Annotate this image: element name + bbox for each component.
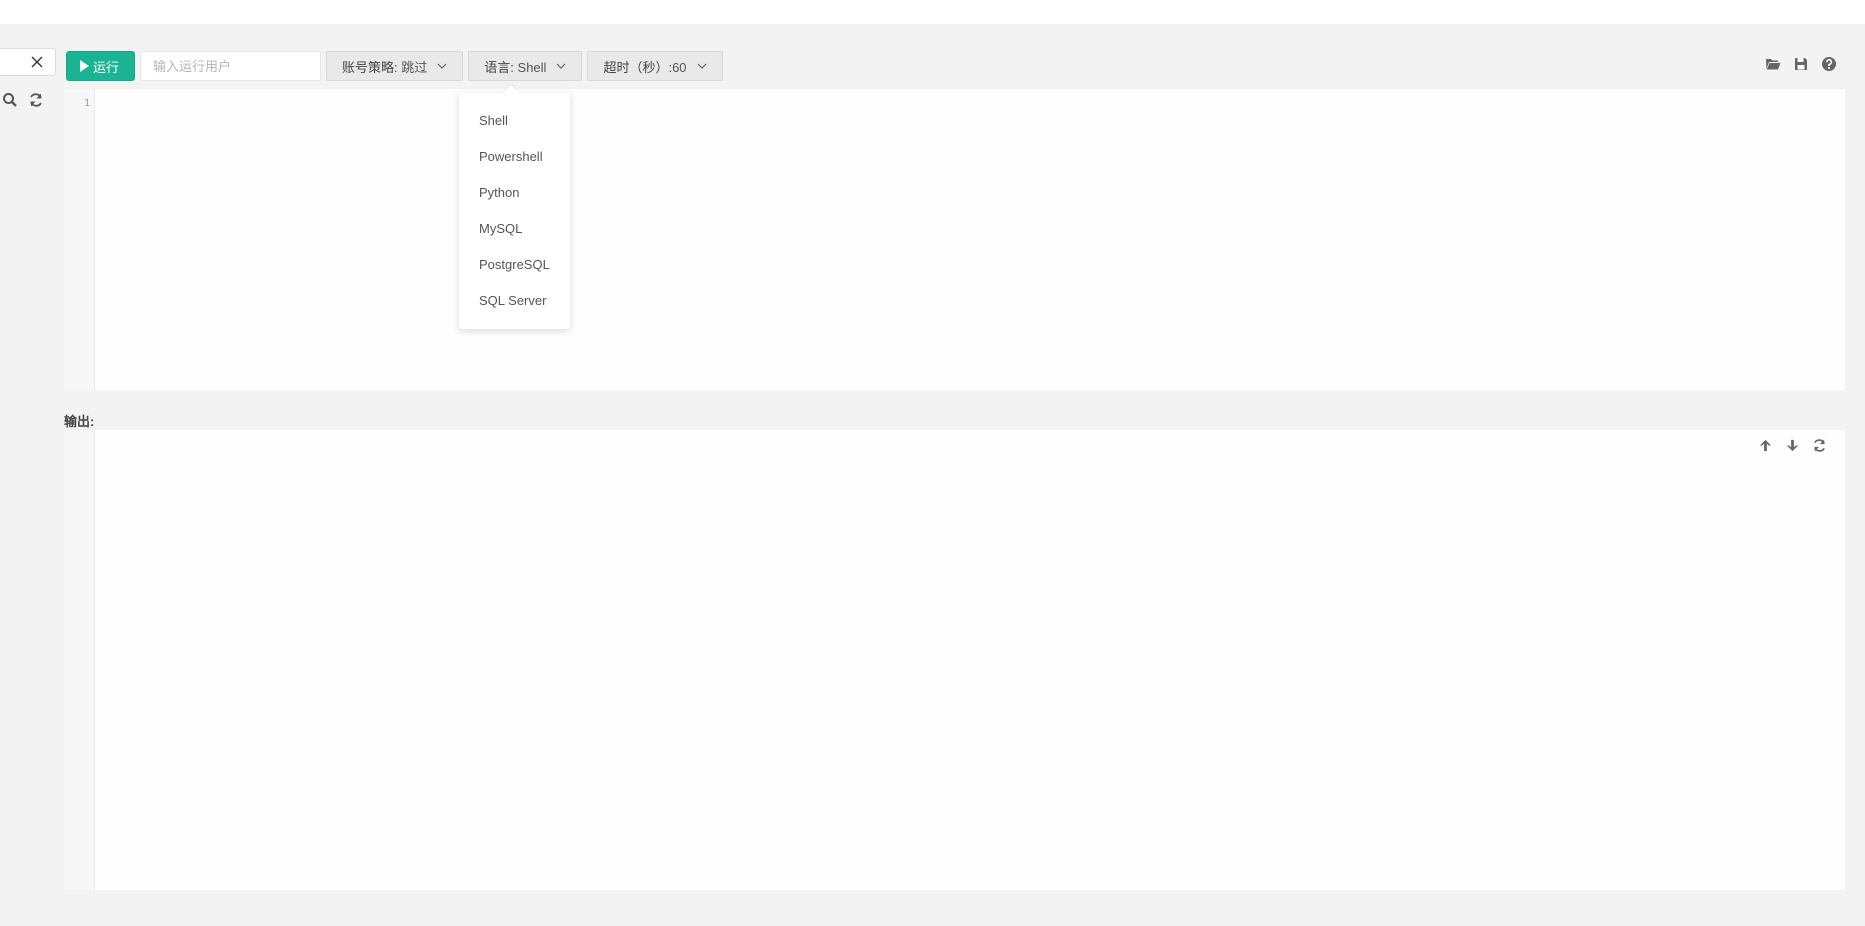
code-editor[interactable]: 1 <box>64 89 1845 390</box>
output-panel[interactable] <box>64 430 1845 890</box>
output-gutter <box>64 430 95 890</box>
save-icon[interactable] <box>1793 56 1809 72</box>
timeout-dropdown[interactable]: 超时（秒）:60 <box>587 51 723 81</box>
arrow-down-icon[interactable] <box>1785 438 1800 453</box>
close-icon[interactable] <box>29 54 45 70</box>
run-label: 运行 <box>93 59 120 75</box>
output-tools <box>1758 438 1827 453</box>
folder-open-icon[interactable] <box>1765 56 1781 72</box>
search-icon[interactable] <box>2 92 18 108</box>
top-bar <box>0 0 1865 24</box>
language-dropdown[interactable]: 语言: Shell <box>468 51 583 81</box>
chevron-down-icon <box>697 63 706 69</box>
run-button[interactable]: 运行 <box>66 51 136 81</box>
language-option-shell[interactable]: Shell <box>459 103 570 139</box>
chevron-down-icon <box>557 63 566 69</box>
language-option-mysql[interactable]: MySQL <box>459 211 570 247</box>
output-label: 输出: <box>64 414 95 429</box>
editor-actions <box>1765 56 1837 72</box>
language-option-python[interactable]: Python <box>459 175 570 211</box>
account-policy-text: 账号策略: 跳过 <box>342 59 428 75</box>
run-user-input[interactable] <box>140 51 322 81</box>
refresh-icon[interactable] <box>28 92 44 108</box>
language-option-postgresql[interactable]: PostgreSQL <box>459 247 570 283</box>
tree-tools <box>2 92 44 108</box>
tree-search-box[interactable] <box>0 48 56 76</box>
account-policy-dropdown[interactable]: 账号策略: 跳过 <box>326 51 464 81</box>
arrow-up-icon[interactable] <box>1758 438 1773 453</box>
refresh-icon[interactable] <box>1812 438 1827 453</box>
play-icon <box>80 60 89 72</box>
language-option-sql-server[interactable]: SQL Server <box>459 283 570 319</box>
help-icon[interactable] <box>1821 56 1837 72</box>
language-text: 语言: Shell <box>484 59 547 75</box>
editor-gutter: 1 <box>64 89 95 390</box>
chevron-down-icon <box>437 63 447 69</box>
line-number: 1 <box>83 98 90 109</box>
language-menu: Shell Powershell Python MySQL PostgreSQL… <box>459 93 570 329</box>
command-toolbar: 运行 账号策略: 跳过 语言: Shell 超时（秒）:60 <box>66 51 723 81</box>
timeout-text: 超时（秒）:60 <box>603 59 687 75</box>
language-option-powershell[interactable]: Powershell <box>459 139 570 175</box>
